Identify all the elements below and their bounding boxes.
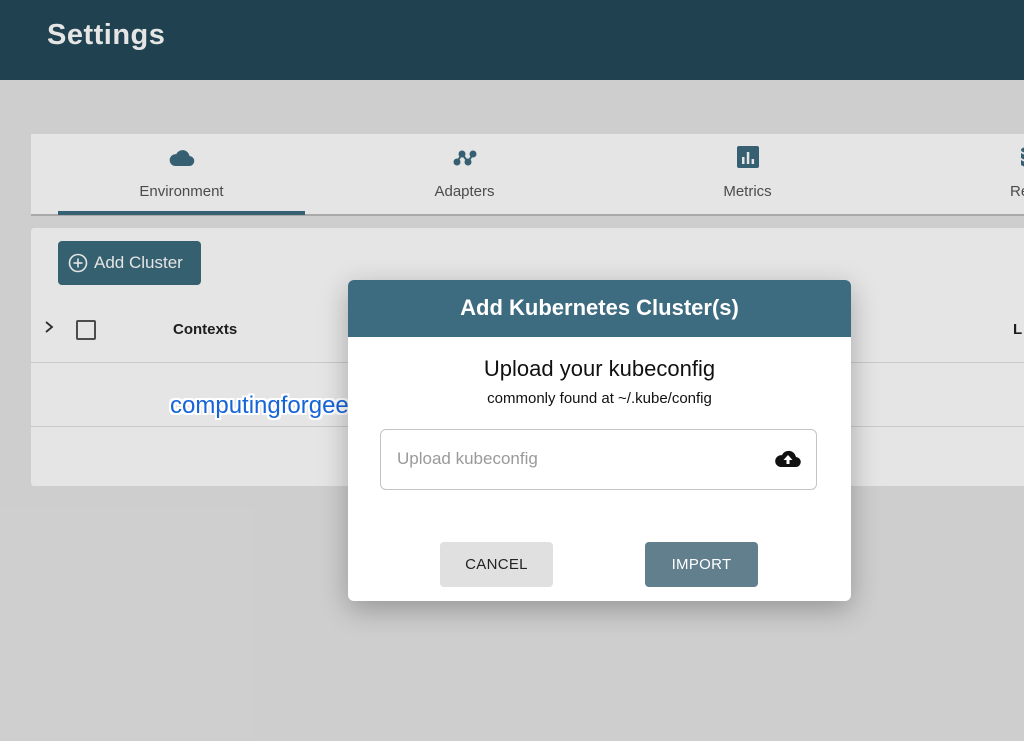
- upload-placeholder: Upload kubeconfig: [397, 449, 538, 468]
- import-button[interactable]: IMPORT: [645, 542, 758, 587]
- add-cluster-dialog: Add Kubernetes Cluster(s) Upload your ku…: [348, 280, 851, 601]
- cloud-upload-icon[interactable]: [774, 447, 802, 471]
- dialog-header: Add Kubernetes Cluster(s): [348, 280, 851, 337]
- kubeconfig-upload-field[interactable]: Upload kubeconfig: [380, 429, 817, 490]
- dialog-title: Add Kubernetes Cluster(s): [460, 295, 739, 320]
- upload-heading: Upload your kubeconfig: [483, 356, 716, 381]
- upload-hint: commonly found at ~/.kube/config: [487, 390, 712, 407]
- cancel-button[interactable]: CANCEL: [440, 542, 553, 587]
